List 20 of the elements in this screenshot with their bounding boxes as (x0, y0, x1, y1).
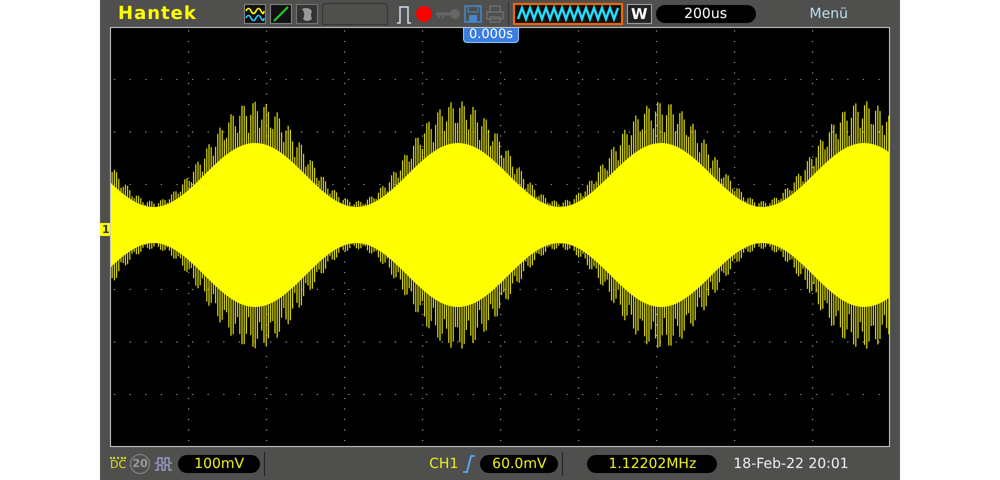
rising-edge-icon (462, 454, 476, 472)
empty-status-slot (322, 2, 388, 24)
menu-button[interactable]: Menü (810, 6, 848, 22)
date-time: 18-Feb-22 20:01 (733, 456, 849, 472)
brand-logo: Hantek (118, 3, 198, 24)
trigger-source: CH1 (429, 456, 458, 472)
timebase-readout: 200us (656, 4, 756, 22)
blob-icon[interactable] (296, 4, 318, 24)
square-wave-icon (154, 456, 174, 470)
bandwidth-limit-indicator: 20 (130, 454, 150, 474)
waveform-display-icon[interactable] (244, 4, 266, 24)
frequency-readout: 1.12202MHz (587, 454, 718, 472)
trigger-position-marker[interactable]: 0.000s (463, 28, 519, 43)
coupling-indicator: DC (110, 456, 126, 470)
mode-indicator: W (627, 4, 652, 24)
pulse-trigger-icon[interactable] (396, 4, 412, 24)
trigger-level-readout: 60.0mV (480, 454, 558, 472)
memory-waveform-icon[interactable] (513, 2, 623, 24)
line-icon[interactable] (270, 4, 292, 24)
volts-per-div-readout: 100mV (178, 454, 260, 472)
